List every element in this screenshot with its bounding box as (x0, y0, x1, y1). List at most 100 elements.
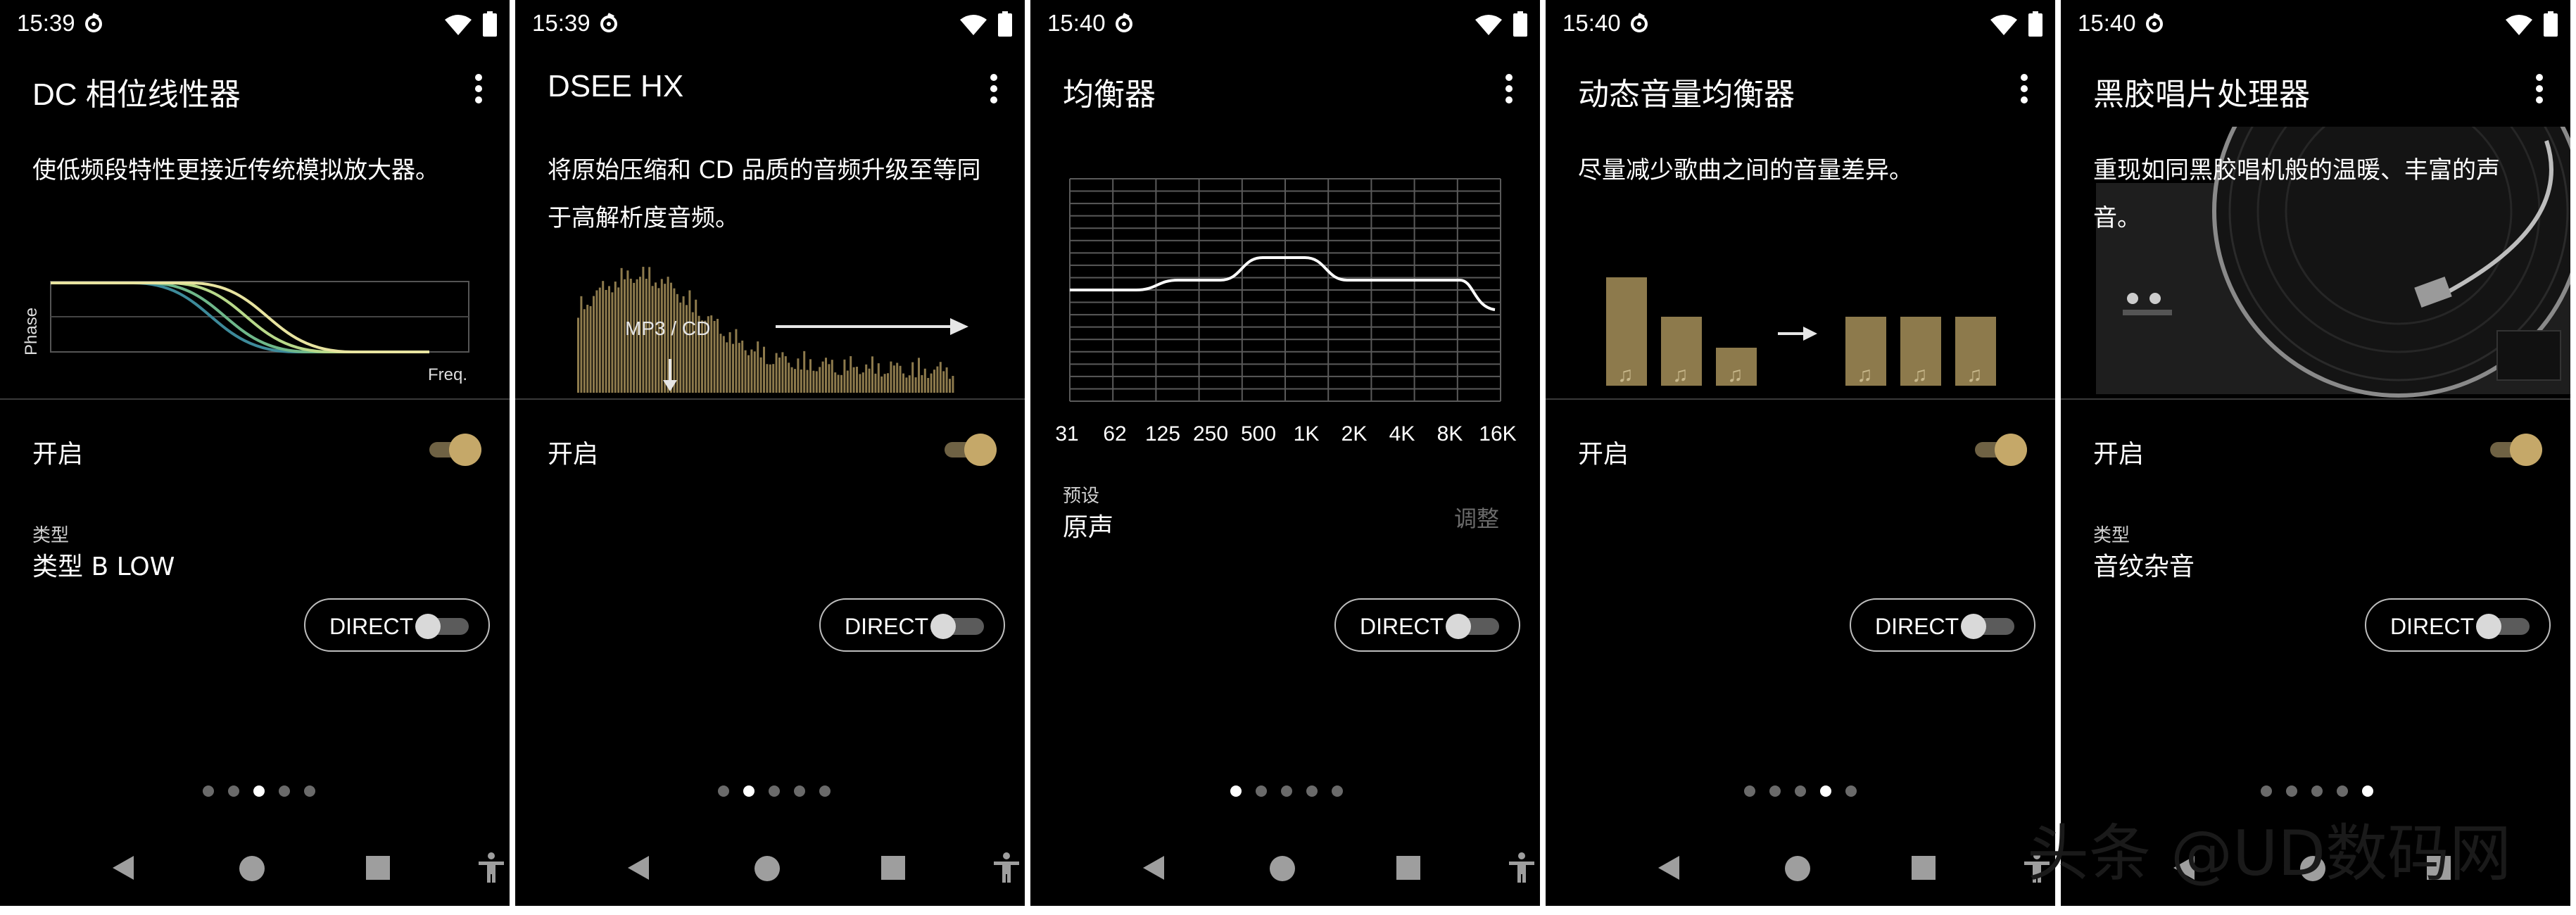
accessibility-icon[interactable] (476, 852, 507, 884)
page-dot[interactable] (1306, 785, 1318, 797)
panel-dc-phase-linearizer: 15:39 DC 相位线性器 使低频段特性更接近传统模拟放大器。 Phase F… (0, 0, 510, 906)
direct-toggle[interactable] (2476, 614, 2530, 639)
page-dot[interactable] (769, 785, 780, 797)
navigation-bar (0, 845, 510, 894)
type-value[interactable]: 类型 B LOW (32, 546, 175, 583)
battery-icon (2028, 11, 2043, 37)
page-dot[interactable] (1332, 785, 1343, 797)
page-dot-active[interactable] (743, 785, 755, 797)
page-dot[interactable] (1795, 785, 1806, 797)
more-options-icon[interactable] (2535, 73, 2544, 104)
more-options-icon[interactable] (2020, 73, 2028, 104)
direct-label: DIRECT (2390, 614, 2475, 639)
eq-band-label: 2K (1341, 422, 1368, 446)
page-indicator (2261, 785, 2376, 800)
home-icon[interactable] (1785, 856, 1810, 881)
home-icon[interactable] (239, 856, 265, 881)
x-axis-label: Freq. (428, 365, 467, 384)
direct-button[interactable]: DIRECT (304, 598, 490, 652)
divider (2061, 398, 2570, 400)
page-dot-active[interactable] (253, 785, 265, 797)
svg-text:♫: ♫ (1857, 363, 1873, 386)
app-notification-icon (600, 13, 617, 32)
back-icon[interactable] (113, 856, 134, 880)
app-notification-icon (2146, 13, 2163, 32)
svg-text:♫: ♫ (1727, 363, 1743, 386)
page-dot[interactable] (279, 785, 290, 797)
page-title: 黑胶唱片处理器 (2093, 77, 2310, 112)
page-dot[interactable] (304, 785, 315, 797)
recent-apps-icon[interactable] (1396, 856, 1420, 880)
page-dot[interactable] (228, 785, 239, 797)
page-indicator (1230, 785, 1346, 800)
recent-apps-icon[interactable] (881, 856, 905, 880)
page-title: DC 相位线性器 (32, 77, 241, 112)
page-dot[interactable] (1256, 785, 1267, 797)
direct-button[interactable]: DIRECT (819, 598, 1005, 652)
enable-label: 开启 (2093, 440, 2145, 469)
status-time: 15:40 (1562, 10, 1621, 36)
direct-toggle[interactable] (930, 614, 984, 639)
app-notification-icon (85, 13, 102, 32)
page-dot[interactable] (2337, 785, 2348, 797)
svg-text:♫: ♫ (1617, 363, 1634, 386)
page-dot[interactable] (819, 785, 831, 797)
panel-vinyl-processor: 15:40 黑胶唱片处理器 重现如同黑胶唱机般的温暖、丰富的声音。 开启 类型 … (2061, 0, 2570, 906)
page-dot[interactable] (718, 785, 729, 797)
back-icon[interactable] (1658, 856, 1679, 880)
enable-toggle[interactable] (1975, 432, 2027, 467)
divider (0, 398, 510, 400)
direct-button[interactable]: DIRECT (2365, 598, 2551, 652)
page-dot[interactable] (2286, 785, 2297, 797)
page-dot-active[interactable] (2362, 785, 2373, 797)
direct-toggle[interactable] (415, 614, 469, 639)
page-dot[interactable] (2311, 785, 2323, 797)
accessibility-icon[interactable] (991, 852, 1022, 884)
type-caption: 类型 (32, 525, 70, 546)
back-icon[interactable] (1143, 856, 1164, 880)
page-dot[interactable] (1744, 785, 1755, 797)
status-bar: 15:40 (1546, 0, 2055, 51)
preset-value[interactable]: 原声 (1063, 507, 1113, 543)
navigation-bar (1546, 845, 2055, 894)
type-value[interactable]: 音纹杂音 (2093, 546, 2195, 583)
divider (515, 398, 1025, 400)
wifi-icon (1475, 15, 1502, 35)
page-dot[interactable] (1845, 785, 1857, 797)
page-dot[interactable] (2261, 785, 2272, 797)
page-indicator (1744, 785, 1860, 800)
direct-toggle[interactable] (1961, 614, 2014, 639)
more-options-icon[interactable] (1505, 73, 1513, 104)
enable-toggle[interactable] (945, 432, 997, 467)
page-dot-active[interactable] (1820, 785, 1831, 797)
enable-label: 开启 (1578, 440, 1629, 469)
enable-toggle[interactable] (2490, 432, 2542, 467)
enable-toggle[interactable] (429, 432, 481, 467)
home-icon[interactable] (755, 856, 780, 881)
adjust-button[interactable]: 调整 (1454, 501, 1499, 534)
recent-apps-icon[interactable] (1912, 856, 1936, 880)
status-time: 15:39 (532, 10, 591, 36)
page-title: 均衡器 (1063, 77, 1156, 112)
more-options-icon[interactable] (474, 73, 483, 104)
direct-button[interactable]: DIRECT (1850, 598, 2035, 652)
page-dot[interactable] (203, 785, 214, 797)
battery-icon (998, 11, 1012, 37)
direct-label: DIRECT (845, 614, 929, 639)
back-icon[interactable] (628, 856, 649, 880)
accessibility-icon[interactable] (1506, 852, 1537, 884)
eq-band-label: 250 (1193, 422, 1228, 446)
direct-toggle[interactable] (1446, 614, 1499, 639)
page-dot-active[interactable] (1230, 785, 1242, 797)
home-icon[interactable] (1270, 856, 1295, 881)
page-dot[interactable] (794, 785, 805, 797)
page-dot[interactable] (1281, 785, 1292, 797)
status-time: 15:39 (17, 10, 75, 36)
equalizer-graph[interactable]: 31 62 125 250 500 1K 2K 4K 8K 16K (1030, 169, 1540, 458)
enable-label: 开启 (32, 440, 84, 469)
more-options-icon[interactable] (990, 73, 998, 104)
recent-apps-icon[interactable] (366, 856, 390, 880)
page-indicator (718, 785, 833, 800)
direct-button[interactable]: DIRECT (1334, 598, 1520, 652)
page-dot[interactable] (1769, 785, 1781, 797)
